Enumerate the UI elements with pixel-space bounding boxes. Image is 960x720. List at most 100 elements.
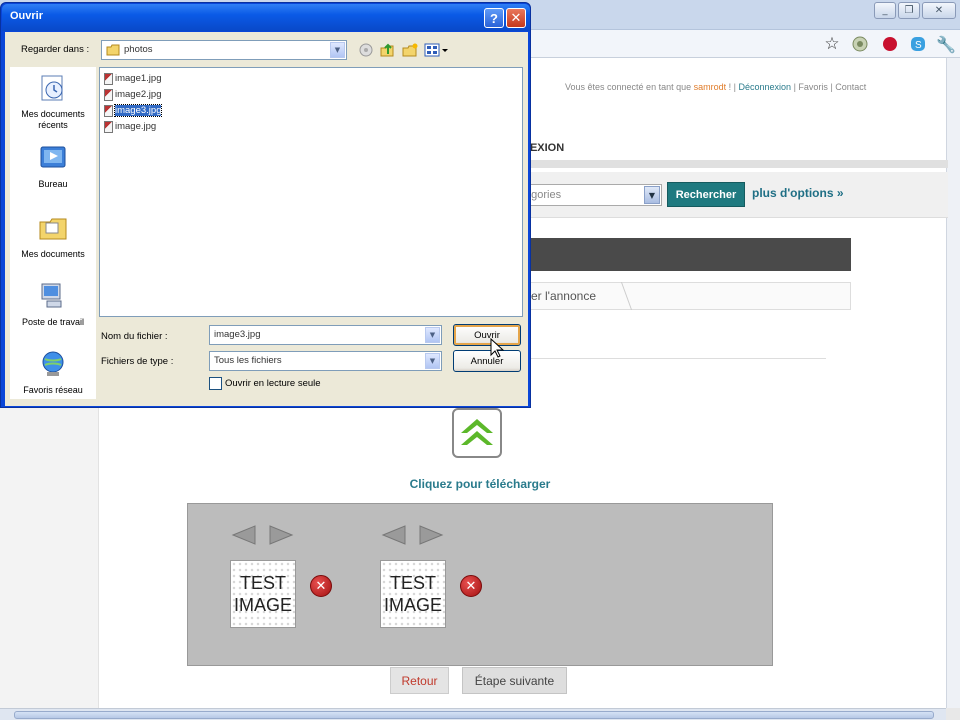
chevron-down-icon[interactable]: ▼ [425,353,440,369]
cancel-button[interactable]: Annuler [453,350,521,372]
file-name: image1.jpg [115,73,162,84]
favorites-link[interactable]: Favoris [798,82,828,92]
place-label: Bureau [38,179,68,189]
scrollbar-thumb[interactable] [14,711,934,719]
readonly-checkbox[interactable] [209,377,222,390]
move-left-icon[interactable] [381,524,407,546]
category-select[interactable]: égories ▼ [520,184,662,206]
up-folder-icon[interactable] [378,41,396,59]
filetype-label: Fichiers de type : [101,356,174,367]
step-separator [607,282,633,310]
thumbnail-text: IMAGE [383,595,442,615]
jpg-file-icon [104,104,113,117]
desktop-icon [40,146,66,168]
restore-button[interactable]: ❐ [898,2,920,19]
readonly-label[interactable]: Ouvrir en lecture seule [225,378,321,389]
my-documents-icon [39,218,67,240]
divider [520,358,826,359]
delete-image-icon[interactable]: ✕ [310,575,332,597]
look-in-label: Regarder dans : [21,44,90,55]
thumbnail-text: TEST [389,573,436,593]
mouse-cursor-icon [490,338,504,358]
more-options-link[interactable]: plus d'options » [752,186,844,200]
dialog-title: Ouvrir [10,10,44,22]
nav-strip [520,160,948,168]
file-name: image3.jpg [113,104,163,117]
svg-text:S: S [915,40,922,51]
filename-value: image3.jpg [214,329,261,340]
star-icon[interactable]: ☆ [822,34,842,54]
look-in-select[interactable]: photos ▼ [101,40,347,60]
move-right-icon[interactable] [268,524,294,546]
connected-text: Vous êtes connecté en tant que [565,82,692,92]
file-name: image2.jpg [115,89,162,100]
recent-documents-icon [41,75,63,101]
look-in-value: photos [124,44,153,55]
close-window-button[interactable]: ✕ [922,2,956,19]
help-button[interactable]: ? [484,8,504,28]
place-my-documents[interactable]: Mes documents [10,213,96,260]
dialog-titlebar[interactable]: Ouvrir [2,4,530,31]
jpg-file-icon [104,120,113,133]
move-left-icon[interactable] [231,524,257,546]
place-label: Favoris réseau [23,385,83,395]
network-icon [42,351,64,376]
jpg-file-icon [104,72,113,85]
file-item[interactable]: image2.jpg [104,87,161,102]
search-button[interactable]: Rechercher [667,182,745,207]
file-list[interactable]: image1.jpg image2.jpg image3.jpg image.j… [99,67,523,317]
next-step-button[interactable]: Étape suivante [462,667,567,694]
place-label: Poste de travail [21,317,85,327]
file-item-selected[interactable]: image3.jpg [104,103,163,118]
upload-label[interactable]: Cliquez pour télécharger [0,477,960,491]
step-tab-label: fier l'annonce [525,289,597,303]
move-right-icon[interactable] [418,524,444,546]
thumbnail-text: TEST [239,573,286,593]
upload-button[interactable] [452,408,502,458]
logout-link[interactable]: Déconnexion [739,82,792,92]
filename-label: Nom du fichier : [101,331,168,342]
filetype-value: Tous les fichiers [214,355,282,366]
back-button[interactable]: Retour [390,667,449,694]
file-item[interactable]: image1.jpg [104,71,161,86]
record-icon[interactable] [880,34,900,54]
filename-input[interactable]: image3.jpg ▼ [209,325,442,345]
chevron-down-icon[interactable]: ▼ [644,186,660,204]
open-button[interactable]: Ouvrir [453,324,521,346]
places-bar: Mes documents récents Bureau Mes documen… [10,67,96,399]
new-folder-icon[interactable] [401,41,419,59]
chevron-down-icon[interactable]: ▼ [330,42,345,58]
username-link[interactable]: samrodt [694,82,727,92]
double-chevron-up-icon [461,419,493,445]
place-label: Mes documents [21,249,85,259]
minimize-button[interactable]: _ [874,2,896,19]
place-my-computer[interactable]: Poste de travail [10,281,96,328]
horizontal-scrollbar[interactable] [0,708,946,720]
back-icon[interactable] [357,41,375,59]
chevron-down-icon[interactable]: ▼ [425,327,440,343]
open-file-dialog: Ouvrir ? ✕ Regarder dans : photos ▼ Mes … [0,2,531,408]
folder-icon [106,44,120,56]
place-desktop[interactable]: Bureau [10,143,96,190]
delete-image-icon[interactable]: ✕ [460,575,482,597]
place-network[interactable]: Favoris réseau [10,349,96,396]
wrench-icon[interactable]: 🔧 [936,34,956,54]
view-menu-icon[interactable] [423,41,449,59]
place-recent-documents[interactable]: Mes documents récents [10,73,96,131]
file-item[interactable]: image.jpg [104,119,156,134]
skype-icon[interactable]: S [908,34,928,54]
vertical-scrollbar[interactable] [946,58,960,708]
close-dialog-button[interactable]: ✕ [506,8,526,28]
contact-link[interactable]: Contact [835,82,866,92]
thumbnail-text: IMAGE [233,595,292,615]
dialog-body: Regarder dans : photos ▼ Mes documents r… [5,32,528,406]
header-links: Vous êtes connecté en tant que samrodt !… [565,82,867,92]
image-thumbnail[interactable]: TEST IMAGE [380,560,446,628]
extension-icon[interactable] [850,34,870,54]
filetype-select[interactable]: Tous les fichiers ▼ [209,351,442,371]
image-thumbnail[interactable]: TEST IMAGE [230,560,296,628]
section-header-bar [520,238,851,271]
file-name: image.jpg [115,121,157,132]
step-tab[interactable]: fier l'annonce [520,282,851,310]
place-label: Mes documents récents [21,109,85,130]
